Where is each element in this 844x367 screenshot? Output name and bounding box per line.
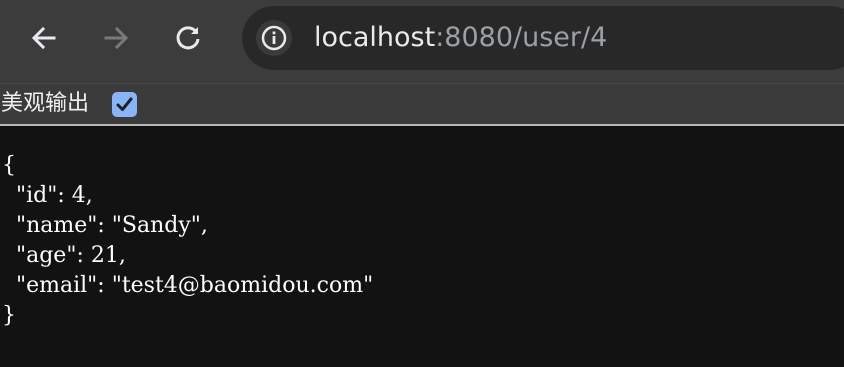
json-line-age: "age": 21, bbox=[2, 243, 126, 268]
json-line-email: "email": "test4@baomidou.com" bbox=[2, 273, 374, 298]
forward-button[interactable] bbox=[94, 16, 138, 60]
browser-toolbar: localhost:8080/user/4 bbox=[0, 0, 844, 83]
url-path: :8080/user/4 bbox=[435, 22, 608, 53]
url-host: localhost bbox=[314, 22, 436, 53]
back-button[interactable] bbox=[22, 16, 66, 60]
json-line-name: "name": "Sandy", bbox=[2, 213, 208, 238]
json-close-brace: } bbox=[2, 303, 16, 328]
pretty-print-checkbox[interactable] bbox=[112, 92, 137, 117]
info-icon bbox=[261, 25, 287, 51]
pretty-print-label: 美观输出 bbox=[1, 91, 90, 116]
json-open-brace: { bbox=[2, 153, 16, 178]
address-bar[interactable]: localhost:8080/user/4 bbox=[242, 6, 844, 70]
checkmark-icon bbox=[116, 97, 133, 111]
site-info-button[interactable] bbox=[256, 20, 292, 56]
reload-icon bbox=[176, 26, 200, 50]
arrow-left-icon bbox=[31, 26, 56, 50]
url-text[interactable]: localhost:8080/user/4 bbox=[314, 21, 607, 55]
json-output: { "id": 4, "name": "Sandy", "age": 21, "… bbox=[2, 151, 373, 331]
reload-button[interactable] bbox=[166, 16, 210, 60]
json-line-id: "id": 4, bbox=[2, 183, 93, 208]
pretty-print-bar: 美观输出 bbox=[0, 84, 844, 126]
arrow-right-icon bbox=[104, 26, 129, 50]
